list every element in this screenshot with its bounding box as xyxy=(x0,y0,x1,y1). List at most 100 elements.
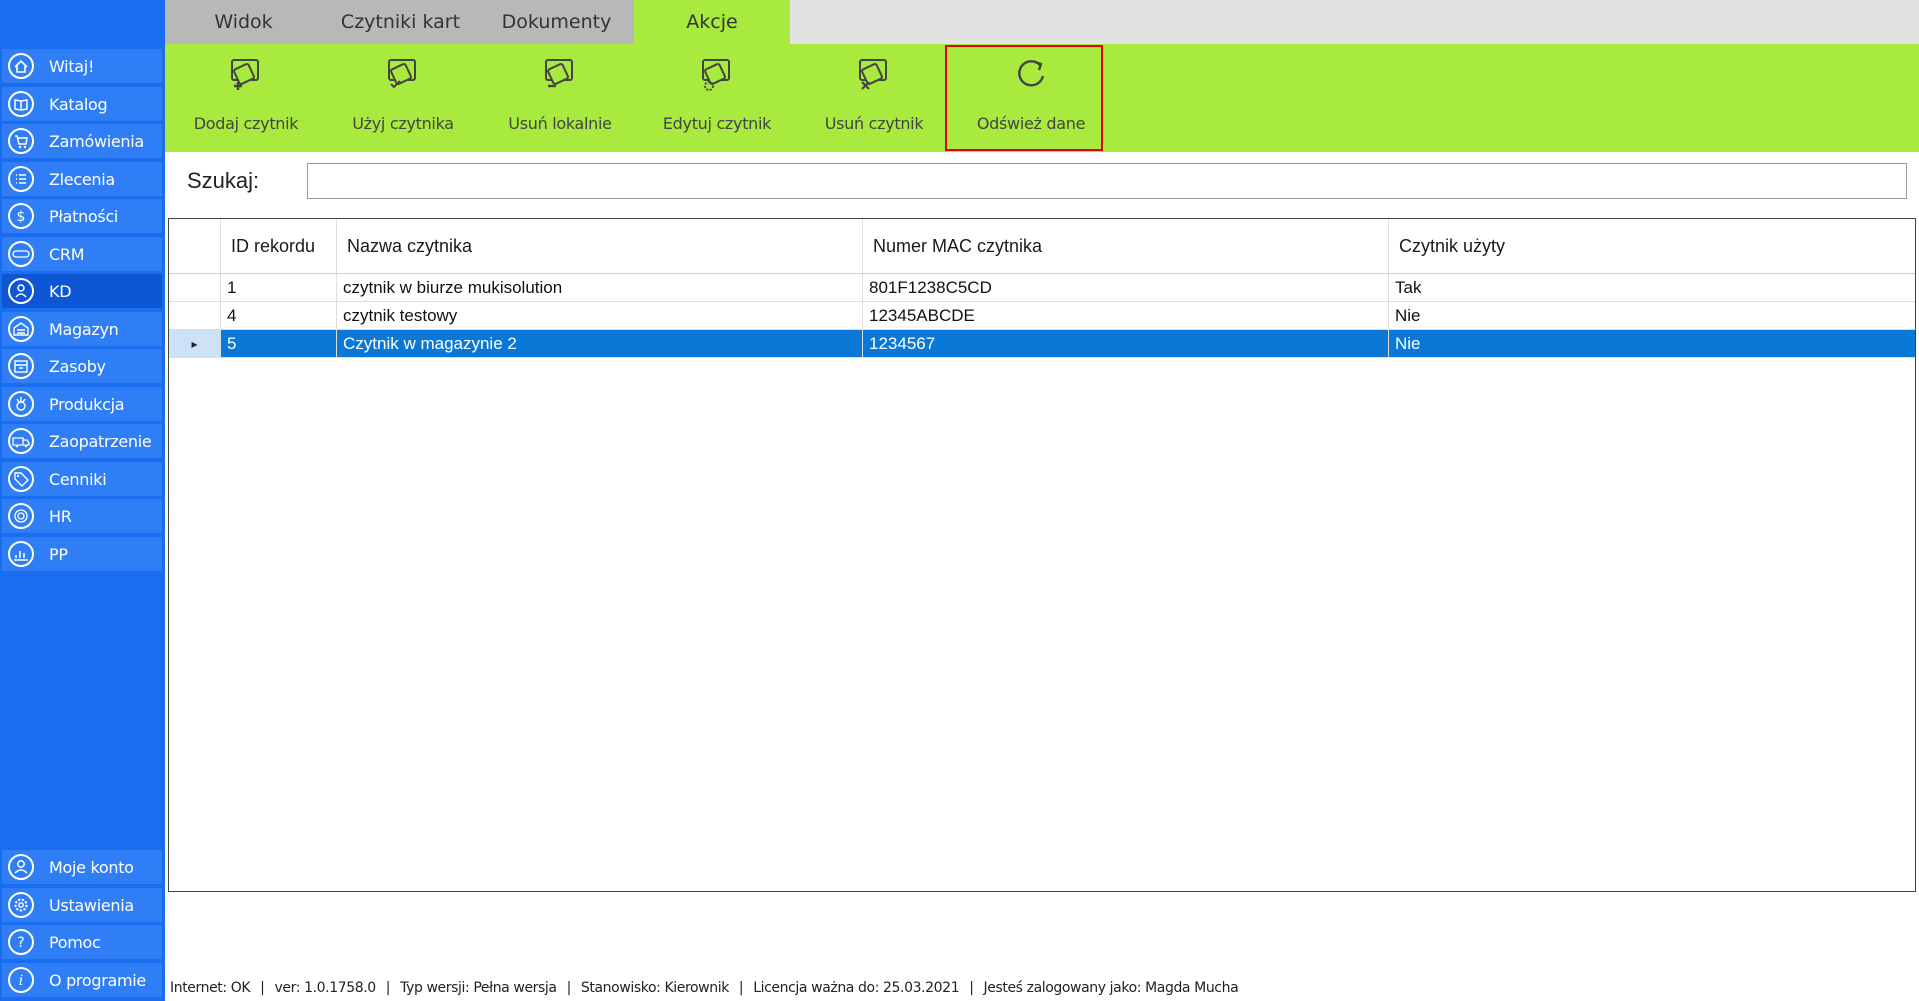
production-icon xyxy=(8,391,34,417)
highlight-frame xyxy=(945,45,1103,151)
sidebar: Witaj! Katalog Zamówienia Zlecenia $ Pła… xyxy=(0,0,165,1001)
search-input[interactable] xyxy=(307,163,1907,199)
cell-mac[interactable]: 12345ABCDE xyxy=(863,302,1389,329)
cell-used[interactable]: Tak xyxy=(1389,274,1915,301)
sidebar-item-label: Zaopatrzenie xyxy=(49,431,152,451)
sidebar-item-zlecenia[interactable]: Zlecenia xyxy=(2,162,162,196)
column-header-mac[interactable]: Numer MAC czytnika xyxy=(863,219,1389,273)
sidebar-item-label: Pomoc xyxy=(49,932,101,952)
use-reader-button[interactable]: Użyj czytnika xyxy=(328,44,478,152)
sidebar-item-label: Katalog xyxy=(49,94,108,114)
status-separator: | xyxy=(385,980,391,996)
sidebar-item-label: CRM xyxy=(49,244,85,264)
cell-id[interactable]: 5 xyxy=(221,330,337,357)
sidebar-item-moje-konto[interactable]: Moje konto xyxy=(2,850,162,884)
cell-used[interactable]: Nie xyxy=(1389,330,1915,357)
sidebar-item-cenniki[interactable]: Cenniki xyxy=(2,462,162,496)
row-header-column xyxy=(169,219,221,273)
column-header-used[interactable]: Czytnik użyty xyxy=(1389,219,1915,273)
sidebar-item-label: Produkcja xyxy=(49,394,125,414)
tab-widok[interactable]: Widok xyxy=(165,0,322,44)
svg-text:i: i xyxy=(19,973,23,989)
warehouse-icon xyxy=(8,316,34,342)
sidebar-item-magazyn[interactable]: Magazyn xyxy=(2,312,162,346)
cell-used[interactable]: Nie xyxy=(1389,302,1915,329)
sidebar-item-crm[interactable]: CRM xyxy=(2,237,162,271)
sidebar-item-label: Zamówienia xyxy=(49,131,144,151)
remove-local-button[interactable]: Usuń lokalnie xyxy=(485,44,635,152)
edit-reader-label: Edytuj czytnik xyxy=(662,114,772,133)
row-header-cell[interactable] xyxy=(169,274,221,301)
reader-remove-local-icon xyxy=(545,59,573,88)
sidebar-item-produkcja[interactable]: Produkcja xyxy=(2,387,162,421)
sidebar-item-ustawienia[interactable]: Ustawienia xyxy=(2,888,162,922)
tab-czytniki-kart[interactable]: Czytniki kart xyxy=(322,0,479,44)
sidebar-item-label: Witaj! xyxy=(49,56,95,76)
gear-icon xyxy=(8,892,34,918)
cell-name[interactable]: czytnik testowy xyxy=(337,302,863,329)
table-row[interactable]: 4 czytnik testowy 12345ABCDE Nie xyxy=(169,302,1915,330)
truck-icon xyxy=(8,428,34,454)
sidebar-item-label: PP xyxy=(49,544,68,564)
status-separator: | xyxy=(260,980,265,996)
delete-reader-label: Usuń czytnik xyxy=(824,114,924,133)
table-row-selected[interactable]: ▸ 5 Czytnik w magazynie 2 1234567 Nie xyxy=(169,330,1915,358)
tab-akcje[interactable]: Akcje xyxy=(634,0,790,44)
search-label: Szukaj: xyxy=(187,168,260,193)
info-icon: i xyxy=(8,967,34,993)
add-reader-button[interactable]: Dodaj czytnik xyxy=(171,44,321,152)
cell-name[interactable]: czytnik w biurze mukisolution xyxy=(337,274,863,301)
book-icon xyxy=(8,91,34,117)
sidebar-item-zasoby[interactable]: Zasoby xyxy=(2,349,162,383)
cell-mac[interactable]: 1234567 xyxy=(863,330,1389,357)
sidebar-item-pomoc[interactable]: ? Pomoc xyxy=(2,925,162,959)
status-separator: | xyxy=(738,980,744,996)
sidebar-item-label: Ustawienia xyxy=(49,895,134,915)
list-icon xyxy=(8,166,34,192)
status-version: ver: 1.0.1758.0 xyxy=(274,980,377,996)
sidebar-item-hr[interactable]: HR xyxy=(2,499,162,533)
reader-use-icon xyxy=(388,59,416,89)
sidebar-item-zamowienia[interactable]: Zamówienia xyxy=(2,124,162,158)
status-separator: | xyxy=(566,980,572,996)
sidebar-item-label: Płatności xyxy=(49,206,119,226)
cell-id[interactable]: 4 xyxy=(221,302,337,329)
sidebar-item-platnosci[interactable]: $ Płatności xyxy=(2,199,162,233)
reader-add-icon xyxy=(231,59,259,90)
column-header-id[interactable]: ID rekordu xyxy=(221,219,337,273)
status-bar: Internet: OK | ver: 1.0.1758.0 | Typ wersji:… xyxy=(170,980,1239,996)
chart-hand-icon xyxy=(8,541,34,567)
account-icon xyxy=(8,854,34,880)
row-header-cell[interactable] xyxy=(169,302,221,329)
tab-dokumenty[interactable]: Dokumenty xyxy=(479,0,634,44)
delete-reader-button[interactable]: Usuń czytnik xyxy=(799,44,949,152)
add-reader-label: Dodaj czytnik xyxy=(193,114,299,133)
edit-reader-button[interactable]: Edytuj czytnik xyxy=(642,44,792,152)
tag-icon xyxy=(8,466,34,492)
reader-edit-icon xyxy=(702,59,730,91)
status-user: Jesteś zalogowany jako: Magda Mucha xyxy=(983,980,1239,996)
crm-icon xyxy=(8,241,34,267)
sidebar-item-kd[interactable]: KD xyxy=(2,274,162,308)
status-version-type: Typ wersji: Pełna wersja xyxy=(400,980,557,996)
cell-id[interactable]: 1 xyxy=(221,274,337,301)
sidebar-item-label: KD xyxy=(49,281,72,301)
help-icon: ? xyxy=(8,929,34,955)
svg-text:$: $ xyxy=(17,209,26,225)
use-reader-label: Użyj czytnika xyxy=(352,114,454,133)
sidebar-item-katalog[interactable]: Katalog xyxy=(2,87,162,121)
sidebar-item-o-programie[interactable]: i O programie xyxy=(2,963,162,997)
fingerprint-icon xyxy=(8,503,34,529)
cell-name[interactable]: Czytnik w magazynie 2 xyxy=(337,330,863,357)
sidebar-item-label: Cenniki xyxy=(49,469,107,489)
sidebar-item-pp[interactable]: PP xyxy=(2,537,162,571)
sidebar-item-witaj[interactable]: Witaj! xyxy=(2,49,162,83)
cell-mac[interactable]: 801F1238C5CD xyxy=(863,274,1389,301)
column-header-name[interactable]: Nazwa czytnika xyxy=(337,219,863,273)
table-row[interactable]: 1 czytnik w biurze mukisolution 801F1238… xyxy=(169,274,1915,302)
dollar-icon: $ xyxy=(8,203,34,229)
sidebar-item-label: HR xyxy=(49,506,72,526)
sidebar-item-zaopatrzenie[interactable]: Zaopatrzenie xyxy=(2,424,162,458)
row-indicator-icon[interactable]: ▸ xyxy=(169,330,221,357)
sidebar-item-label: Moje konto xyxy=(49,857,134,877)
